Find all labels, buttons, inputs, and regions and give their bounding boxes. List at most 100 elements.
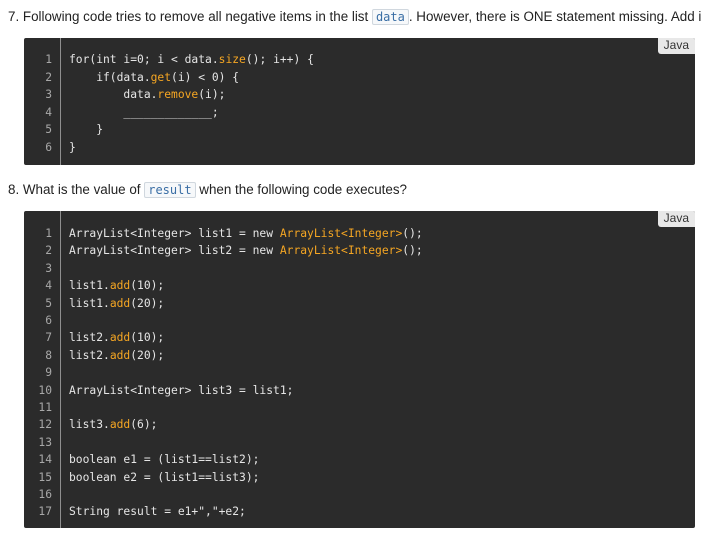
- line-number: 4: [45, 105, 52, 119]
- code-token-highlight: add: [109, 348, 131, 362]
- code-line: 3 data.remove(i);: [24, 86, 695, 103]
- code-line: 5 }: [24, 121, 695, 138]
- code-line: 2 ArrayList<Integer> list2 = new ArrayLis…: [24, 242, 695, 259]
- code-token: list1.: [69, 296, 110, 310]
- code-token: ();: [402, 244, 423, 258]
- code-token-highlight: add: [109, 279, 131, 293]
- code-line: 3: [24, 260, 695, 277]
- line-number: 3: [45, 261, 52, 275]
- line-number: 6: [45, 314, 52, 327]
- line-number: 1: [45, 53, 52, 66]
- code-token: (10);: [130, 279, 165, 293]
- code-token: data.: [69, 88, 158, 102]
- code-line: 16: [24, 486, 695, 503]
- line-number: 15: [38, 470, 52, 484]
- code-text: list1.add(20);: [69, 295, 164, 312]
- code-token: ArrayList<Integer> list3 = list1;: [69, 383, 294, 397]
- code-line: 2 if(data.get(i) < 0) {: [24, 69, 695, 86]
- line-number: 4: [45, 279, 52, 293]
- question-7-inline-code: data: [371, 9, 409, 25]
- code-line: 14 boolean e1 = (list1==list2);: [24, 451, 695, 468]
- code-token: String result = e1+","+e2;: [69, 505, 246, 519]
- code-text: data.remove(i);: [69, 86, 225, 103]
- code-token: list2.: [69, 348, 110, 362]
- code-token: (20);: [130, 296, 165, 310]
- code-token: boolean e2 = (list1==list3);: [69, 470, 260, 484]
- code-line: 4 _____________;: [24, 104, 695, 121]
- line-number: 2: [45, 244, 52, 258]
- code-line: 8 list2.add(20);: [24, 347, 695, 364]
- code-token-highlight: add: [109, 418, 131, 432]
- code-token: list3.: [69, 418, 110, 432]
- code-token: }: [69, 123, 104, 137]
- code-token: if(data.: [69, 70, 151, 84]
- code-text: }: [69, 121, 103, 138]
- question-8-code-block: Java 1 ArrayList<Integer> list1 = new Arr…: [24, 211, 695, 528]
- code-text: list2.add(20);: [69, 347, 164, 364]
- line-number: 10: [38, 383, 52, 397]
- question-8-prompt: 8. What is the value of result when the …: [8, 181, 407, 199]
- code-text: ArrayList<Integer> list3 = list1;: [69, 382, 293, 399]
- line-number: 7: [45, 331, 52, 345]
- code-token: list1.: [69, 279, 110, 293]
- line-number: 14: [38, 453, 52, 467]
- code-line: 6}: [24, 139, 695, 156]
- question-8-suffix: when the following code executes?: [195, 182, 407, 197]
- code-line: 15 boolean e2 = (list1==list3);: [24, 469, 695, 486]
- question-7-prompt: 7. Following code tries to remove all ne…: [8, 8, 701, 26]
- code-token: (20);: [130, 348, 165, 362]
- code-text: list1.add(10);: [69, 277, 164, 294]
- code-text: list3.add(6);: [69, 416, 157, 433]
- code-text: }: [69, 139, 76, 156]
- code-token: ArrayList<Integer> list2 = new: [69, 244, 280, 258]
- code-text: boolean e1 = (list1==list2);: [69, 451, 259, 468]
- code-line: 1 ArrayList<Integer> list1 = new ArrayLis…: [24, 225, 695, 242]
- code-token: (6);: [130, 418, 158, 432]
- code-text: list2.add(10);: [69, 329, 164, 346]
- code-token-highlight: remove: [157, 88, 199, 102]
- code-line: 12 list3.add(6);: [24, 416, 695, 433]
- question-7-code-block: Java 1 for(int i=0; i < data.size(); i++)…: [24, 38, 695, 165]
- code-token-highlight: add: [109, 296, 131, 310]
- line-number: 16: [38, 488, 52, 501]
- code-line: 7 list2.add(10);: [24, 329, 695, 346]
- question-7-suffix: . However, there is ONE statement missin…: [408, 9, 701, 24]
- code-token-highlight: get: [150, 70, 172, 84]
- code-line: 1 for(int i=0; i < data.size(); i++) {: [24, 51, 695, 68]
- code-line: 10 ArrayList<Integer> list3 = list1;: [24, 382, 695, 399]
- code-line: 6: [24, 312, 695, 329]
- code-line: 9: [24, 364, 695, 381]
- code-text: ArrayList<Integer> list2 = new ArrayList…: [69, 242, 423, 259]
- code-token: (i) < 0) {: [171, 70, 240, 84]
- code-token: for(int i=0; i < data.: [69, 53, 219, 66]
- code-line: 11: [24, 399, 695, 416]
- line-number: 1: [45, 227, 52, 240]
- code-text: _____________;: [69, 104, 219, 121]
- code-line: 5 list1.add(20);: [24, 295, 695, 312]
- code-token: list2.: [69, 331, 110, 345]
- code-token: _____________;: [69, 105, 219, 119]
- code-text: if(data.get(i) < 0) {: [69, 69, 239, 86]
- line-number: 11: [38, 401, 52, 414]
- line-number: 13: [38, 435, 52, 449]
- line-number: 2: [45, 70, 52, 84]
- code-token: ();: [402, 227, 423, 240]
- question-7-prefix: 7. Following code tries to remove all ne…: [8, 9, 372, 24]
- line-number: 12: [38, 418, 52, 432]
- line-number: 17: [38, 505, 52, 519]
- code-text: String result = e1+","+e2;: [69, 503, 246, 520]
- line-number: 6: [45, 141, 52, 154]
- code-text: boolean e2 = (list1==list3);: [69, 469, 259, 486]
- code-token-highlight: add: [109, 331, 131, 345]
- line-number: 9: [45, 366, 52, 380]
- code-token: ArrayList<Integer> list1 = new: [69, 227, 280, 240]
- code-token: (); i++) {: [245, 53, 314, 66]
- code-token: (10);: [130, 331, 165, 345]
- code-token: (i);: [198, 88, 226, 102]
- code-text: for(int i=0; i < data.size(); i++) {: [69, 51, 314, 68]
- code-line: 13: [24, 434, 695, 451]
- code-token: boolean e1 = (list1==list2);: [69, 453, 260, 467]
- line-number: 5: [45, 296, 52, 310]
- line-number: 3: [45, 88, 52, 102]
- code-token: }: [69, 141, 76, 154]
